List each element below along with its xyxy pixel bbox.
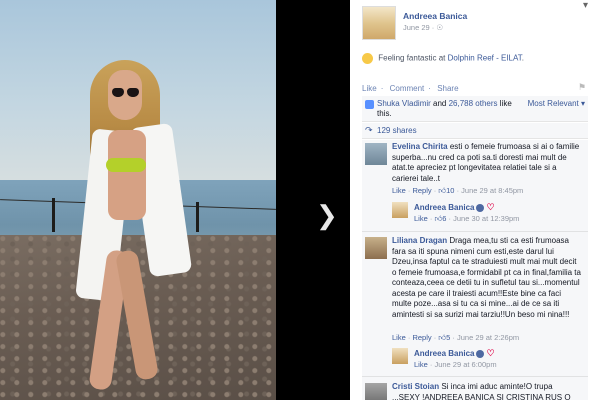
comment: Cristi Stoian Si inca imi aduc aminte!O … [362, 380, 588, 400]
bikini-top [106, 158, 146, 172]
comment-body: Liliana Dragan Draga mea,tu sti ca esti … [392, 236, 582, 320]
separator: · [380, 84, 384, 93]
avatar[interactable] [365, 383, 387, 400]
comment-body: Evelina Chirita esti o femeie frumoasa s… [392, 142, 582, 184]
place-link[interactable]: Dolphin Reef - EILAT [448, 54, 522, 63]
comment-reply-button[interactable]: Reply [412, 333, 431, 342]
avatar[interactable] [392, 202, 408, 218]
comment: Liliana Dragan Draga mea,tu sti ca esti … [362, 234, 588, 374]
heart-icon: ♡ [486, 348, 495, 358]
feeling-text: Feeling fantastic at [378, 53, 448, 63]
reply-author-name[interactable]: Andreea Banica [414, 203, 474, 212]
feeling-suffix: . [521, 53, 524, 63]
verified-icon [476, 203, 485, 212]
commenter-name[interactable]: Cristi Stoian [392, 382, 439, 391]
comment-button[interactable]: Comment [390, 84, 425, 93]
audience-icon: · ☉ [431, 23, 444, 32]
photo-stage: ❯ [0, 0, 350, 400]
thumbs-up-icon [365, 100, 374, 109]
commenter-name[interactable]: Evelina Chirita [392, 142, 448, 151]
comment-time[interactable]: June 29 at 2:26pm [457, 333, 519, 342]
avatar[interactable] [365, 237, 387, 259]
comment: Evelina Chirita esti o femeie frumoasa s… [362, 140, 588, 238]
thumbs-up-icon: 👍︎ [438, 333, 447, 342]
likes-text: Shuka Vladimir and 26,788 others like th… [377, 99, 527, 119]
author-name[interactable]: Andreea Banica [403, 11, 467, 21]
rope-post [52, 198, 55, 232]
reply: Andreea Banica ♡ Like · June 29 at 6:00pm [392, 346, 582, 374]
photo[interactable] [0, 0, 276, 400]
avatar[interactable] [392, 348, 408, 364]
author-row: Andreea Banica June 29 · ☉ [362, 6, 592, 40]
comment-like-count[interactable]: 5 [446, 333, 450, 342]
comments-list: Evelina Chirita esti o femeie frumoasa s… [362, 140, 588, 400]
post-sidebar: ▾ Andreea Banica June 29 · ☉ Feeling fan… [350, 0, 600, 400]
reply-time[interactable]: June 29 at 6:00pm [434, 360, 496, 369]
comment-body: Cristi Stoian Si inca imi aduc aminte!O … [392, 382, 582, 400]
comment-text: Draga mea,tu sti ca esti frumoasa fara s… [392, 236, 581, 319]
reply-footer: Like · 👍︎6 · June 30 at 12:39pm [414, 214, 520, 223]
post-meta: June 29 · ☉ [403, 23, 443, 32]
comment-like-button[interactable]: Like [392, 186, 406, 195]
reply-author-name[interactable]: Andreea Banica [414, 349, 474, 358]
reply-like-count[interactable]: 6 [442, 214, 446, 223]
reply-author: Andreea Banica ♡ [414, 202, 495, 213]
comment-like-button[interactable]: Like [392, 333, 406, 342]
feeling-line: Feeling fantastic at Dolphin Reef - EILA… [362, 53, 524, 64]
post-date[interactable]: June 29 [403, 23, 430, 32]
flag-icon[interactable]: ⚑ [578, 82, 588, 92]
comment-time[interactable]: June 29 at 8:45pm [461, 186, 523, 195]
comment-reply-button[interactable]: Reply [412, 186, 431, 195]
liker-name[interactable]: Shuka Vladimir [377, 99, 431, 108]
comment-footer: Like · Reply · 👍︎5 · June 29 at 2:26pm [392, 333, 520, 342]
reply-like-button[interactable]: Like [414, 360, 428, 369]
share-button[interactable]: Share [437, 84, 458, 93]
shares-link[interactable]: 129 shares [377, 126, 417, 135]
reply: Andreea Banica ♡ Like · 👍︎6 · June 30 at … [392, 200, 582, 230]
shares-row: ↷ 129 shares [362, 123, 588, 139]
next-arrow-icon[interactable]: ❯ [316, 200, 338, 230]
verified-icon [476, 349, 485, 358]
like-button[interactable]: Like [362, 84, 377, 93]
smile-icon [362, 53, 373, 64]
likes-summary: Shuka Vladimir and 26,788 others like th… [362, 96, 588, 122]
sort-dropdown[interactable]: Most Relevant ▾ [528, 99, 585, 108]
reply-time[interactable]: June 30 at 12:39pm [453, 214, 519, 223]
comment-like-count[interactable]: 10 [446, 186, 454, 195]
comment-footer: Like · Reply · 👍︎10 · June 29 at 8:45pm [392, 186, 524, 195]
reply-like-button[interactable]: Like [414, 214, 428, 223]
divider [362, 231, 588, 232]
avatar[interactable] [362, 6, 396, 40]
reply-footer: Like · June 29 at 6:00pm [414, 360, 497, 369]
heart-icon: ♡ [486, 202, 495, 212]
torso [108, 130, 146, 220]
share-icon: ↷ [365, 125, 373, 135]
thumbs-up-icon: 👍︎ [438, 186, 447, 195]
commenter-name[interactable]: Liliana Dragan [392, 236, 447, 245]
sunglasses [112, 88, 140, 98]
divider [362, 376, 588, 377]
others-link[interactable]: 26,788 others [449, 99, 498, 108]
separator: · [428, 84, 431, 93]
likes-and: and [430, 99, 449, 108]
post-actions: Like · Comment · Share [362, 84, 463, 93]
rope-post [196, 202, 199, 232]
reply-author: Andreea Banica ♡ [414, 348, 495, 359]
avatar[interactable] [365, 143, 387, 165]
